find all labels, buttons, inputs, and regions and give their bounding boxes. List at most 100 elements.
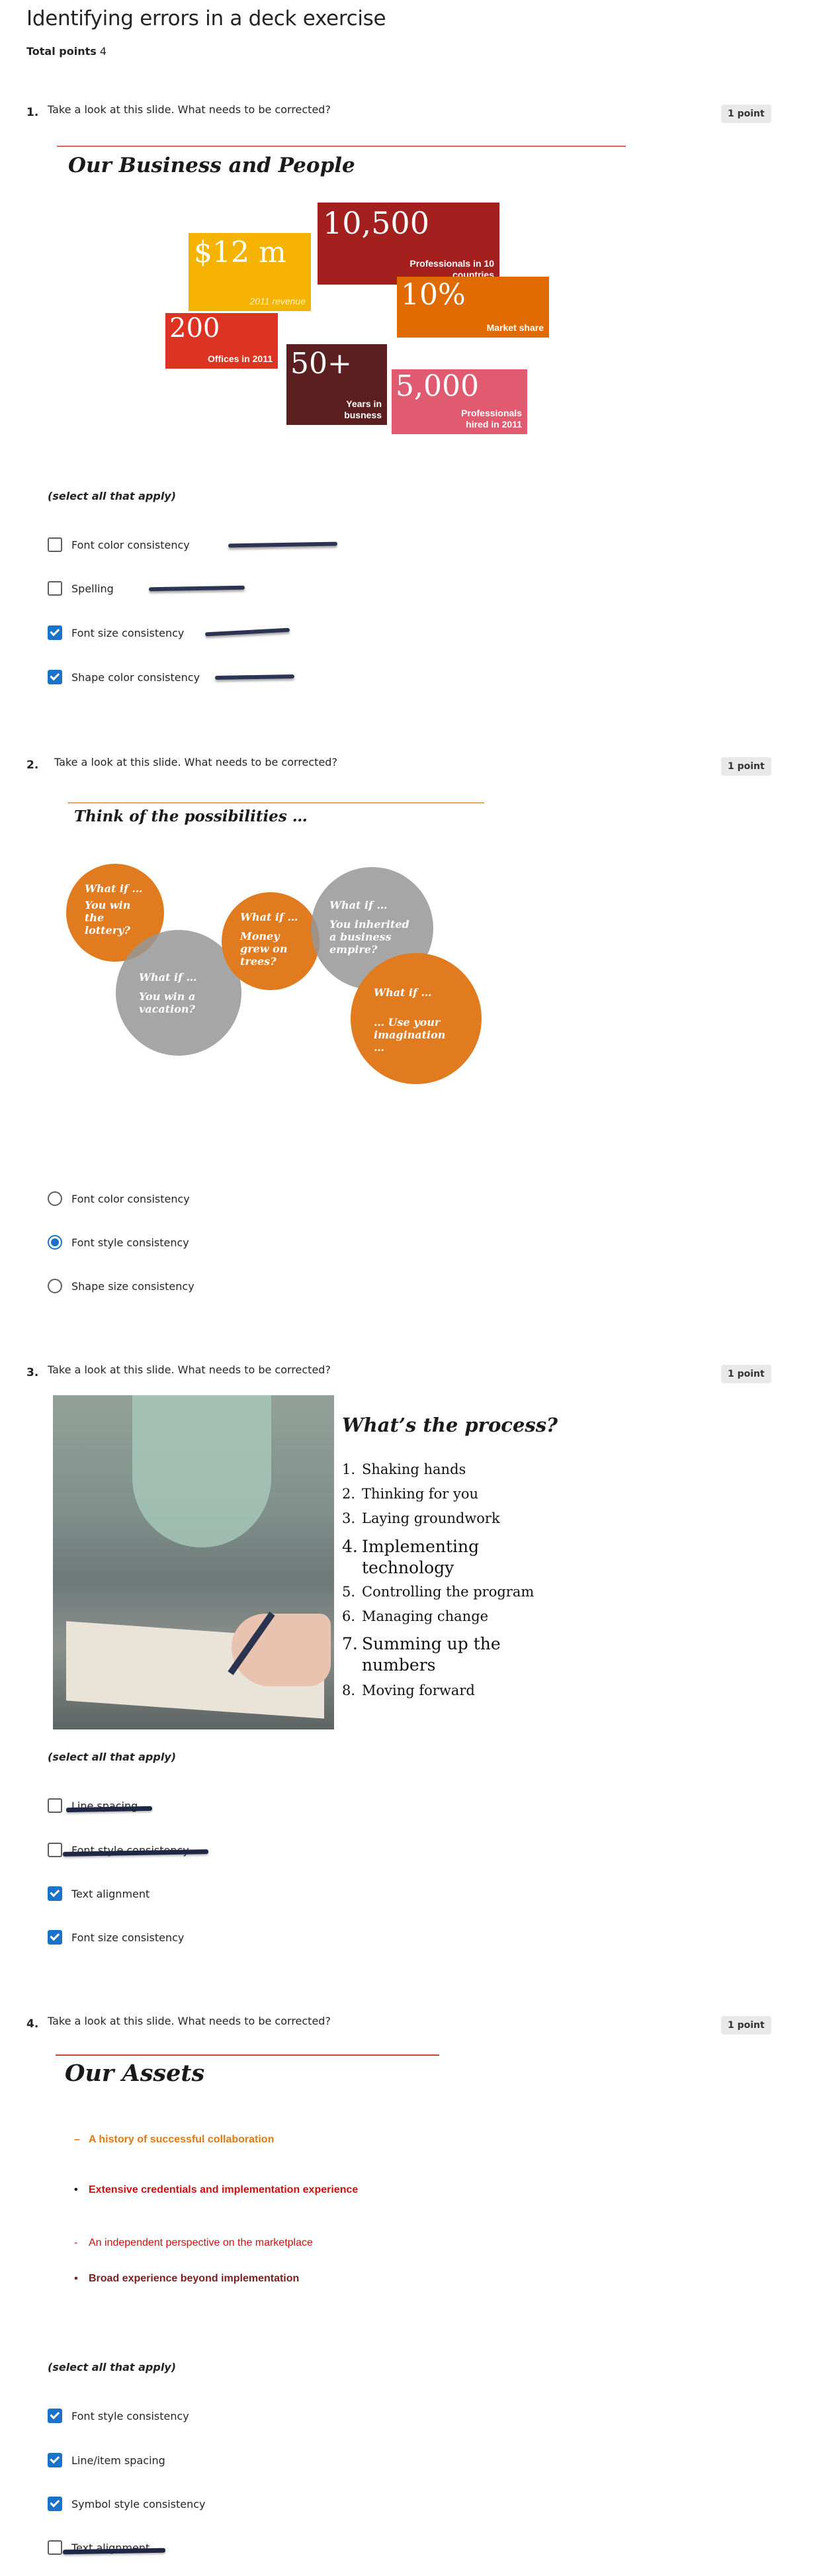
- total-points-value: 4: [99, 45, 107, 58]
- total-points: Total points 4: [26, 45, 107, 58]
- slide-image: Our Business and People $12 m 2011 reven…: [53, 139, 635, 443]
- option-label: Font size consistency: [71, 626, 185, 639]
- option-checkbox-checked[interactable]: [48, 625, 62, 640]
- option-label: Shape size consistency: [71, 1279, 194, 1293]
- stat-value: 5,000: [396, 369, 479, 403]
- stat-box: 10,500 Professionals in 10 countries: [318, 203, 499, 285]
- option-label: Font size consistency: [71, 1931, 185, 1944]
- bullet-symbol: –: [74, 2134, 80, 2145]
- option-checkbox[interactable]: [48, 2540, 62, 2555]
- circle-heading: What if …: [240, 911, 298, 923]
- annotation-arrow: [148, 585, 245, 592]
- option-radio[interactable]: [48, 1191, 62, 1206]
- option-checkbox-checked[interactable]: [48, 2497, 62, 2511]
- option-checkbox[interactable]: [48, 1843, 62, 1857]
- option-label: Line/item spacing: [71, 2454, 165, 2467]
- slide-image: Think of the possibilities … What if … Y…: [60, 794, 516, 1105]
- option-label: Font style consistency: [71, 1236, 189, 1249]
- photo-blur-shape: [132, 1395, 271, 1547]
- option-row[interactable]: Font size consistency: [48, 625, 184, 640]
- question-number: 2.: [26, 759, 39, 772]
- photo-hand-writing: [53, 1395, 334, 1729]
- option-row[interactable]: Font color consistency: [48, 537, 190, 552]
- annotation-arrow: [204, 627, 290, 637]
- option-row[interactable]: Font color consistency: [48, 1191, 190, 1206]
- option-label: Shape color consistency: [71, 670, 200, 684]
- points-badge: 1 point: [721, 105, 771, 123]
- points-badge: 1 point: [721, 2016, 771, 2035]
- option-row[interactable]: Spelling: [48, 581, 114, 596]
- slide-title: Our Business and People: [68, 154, 355, 177]
- annotation-arrow: [214, 674, 295, 680]
- question-number: 1.: [26, 106, 39, 119]
- slide-title: Think of the possibilities …: [74, 807, 308, 825]
- select-hint: (select all that apply): [48, 1751, 177, 1763]
- option-checkbox-checked[interactable]: [48, 1930, 62, 1945]
- option-label: Text alignment: [71, 1887, 150, 1900]
- option-row[interactable]: Text alignment: [48, 1886, 150, 1901]
- option-row[interactable]: Line/item spacing: [48, 2453, 165, 2467]
- idea-circle: What if … … Use your imagination …: [351, 953, 482, 1084]
- stat-box: 10% Market share: [397, 277, 549, 338]
- option-row[interactable]: Symbol style consistency: [48, 2497, 206, 2511]
- slide-title: What’s the process?: [342, 1414, 558, 1436]
- question-number: 4.: [26, 2017, 39, 2031]
- bullet-item: • Extensive credentials and implementatio…: [74, 2184, 359, 2195]
- strikethrough-mark: [62, 2548, 166, 2555]
- circle-text: You inherited a business empire?: [329, 918, 409, 956]
- strikethrough-mark: [65, 1806, 153, 1813]
- idea-circle: What if … Money grew on trees?: [222, 892, 320, 990]
- option-row[interactable]: Shape color consistency: [48, 670, 200, 684]
- stat-value: $12 m: [194, 236, 286, 269]
- option-checkbox[interactable]: [48, 581, 62, 596]
- process-item: 5. Controlling the program: [342, 1584, 535, 1600]
- slide-title: Our Assets: [65, 2060, 205, 2087]
- option-row[interactable]: Shape size consistency: [48, 1279, 194, 1293]
- stat-box: $12 m 2011 revenue: [189, 233, 311, 311]
- stat-value: 10,500: [323, 205, 429, 241]
- option-label: Font color consistency: [71, 538, 190, 551]
- process-item: 6. Managing change: [342, 1608, 489, 1624]
- process-item: 8. Moving forward: [342, 1682, 475, 1698]
- question-text: Take a look at this slide. What needs to…: [48, 2015, 331, 2027]
- process-item: 4. Implementing technology: [342, 1537, 480, 1577]
- stat-value: 200: [169, 313, 220, 344]
- option-label: Spelling: [71, 582, 114, 595]
- bullet-symbol: -: [74, 2237, 78, 2248]
- question-text: Take a look at this slide. What needs to…: [48, 1363, 331, 1376]
- slide-rule: [67, 802, 484, 804]
- circle-text: You win a vacation?: [139, 990, 196, 1015]
- stat-caption: 2011 revenue: [249, 296, 306, 306]
- option-checkbox-checked[interactable]: [48, 2409, 62, 2423]
- option-checkbox[interactable]: [48, 537, 62, 552]
- option-checkbox-checked[interactable]: [48, 670, 62, 684]
- option-checkbox-checked[interactable]: [48, 2453, 62, 2467]
- option-radio-selected[interactable]: [48, 1235, 62, 1250]
- slide-rule: [56, 2054, 439, 2056]
- stat-caption: Years in busness: [344, 398, 382, 420]
- bullet-symbol: ▪: [74, 2273, 78, 2284]
- circle-text: Money grew on trees?: [240, 930, 288, 968]
- select-hint: (select all that apply): [48, 2361, 177, 2373]
- slide-image: Our Assets – A history of successful coll…: [53, 2048, 582, 2299]
- stat-value: 10%: [401, 278, 466, 312]
- stat-caption: Market share: [486, 322, 544, 333]
- option-row[interactable]: Font style consistency: [48, 2409, 189, 2423]
- option-label: Font color consistency: [71, 1192, 190, 1205]
- option-row[interactable]: Font size consistency: [48, 1930, 184, 1945]
- option-radio[interactable]: [48, 1279, 62, 1293]
- page-title: Identifying errors in a deck exercise: [26, 7, 386, 30]
- question-text: Take a look at this slide. What needs to…: [48, 103, 331, 116]
- points-badge: 1 point: [721, 757, 771, 776]
- process-item: 1. Shaking hands: [342, 1461, 466, 1477]
- option-checkbox[interactable]: [48, 1798, 62, 1813]
- option-row[interactable]: Font style consistency: [48, 1235, 189, 1250]
- process-item: 2. Thinking for you: [342, 1486, 479, 1502]
- select-hint: (select all that apply): [48, 490, 177, 502]
- option-checkbox-checked[interactable]: [48, 1886, 62, 1901]
- slide-image: What’s the process? 1. Shaking hands 2. Th…: [53, 1395, 628, 1729]
- circle-heading: What if …: [374, 986, 432, 999]
- bullet-symbol: •: [74, 2184, 78, 2195]
- bullet-item: – A history of successful collaboration: [74, 2134, 275, 2145]
- annotation-arrow: [228, 541, 338, 548]
